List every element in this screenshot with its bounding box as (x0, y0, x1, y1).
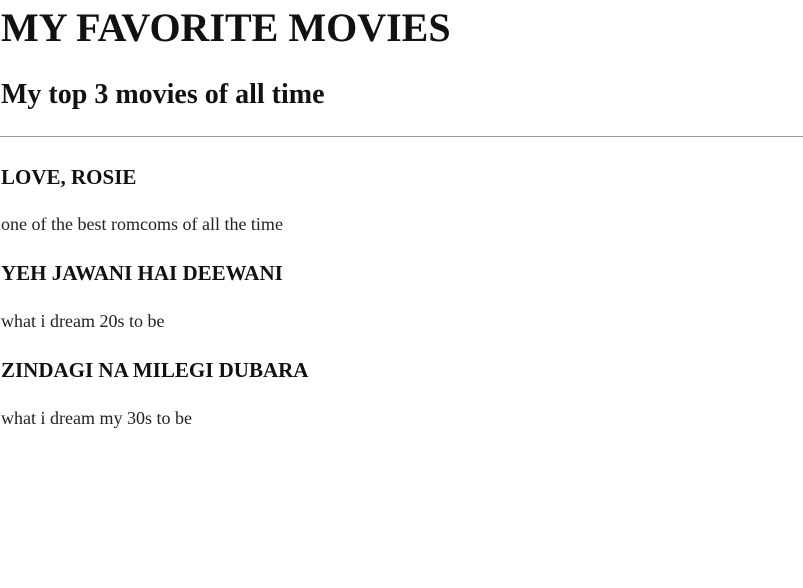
movie-description-2: what i dream 20s to be (1, 311, 165, 331)
movie-title-3: ZINDAGI NA MILEGI DUBARA (1, 358, 309, 382)
movie-description-1: one of the best romcoms of all the time (1, 214, 283, 234)
movie-description-3: what i dream my 30s to be (1, 408, 192, 428)
page-title: MY FAVORITE MOVIES (1, 5, 451, 50)
divider (0, 136, 803, 137)
page: MY FAVORITE MOVIES My top 3 movies of al… (0, 0, 803, 588)
movie-title-2: YEH JAWANI HAI DEEWANI (1, 261, 283, 285)
movie-title-1: LOVE, ROSIE (1, 165, 137, 189)
page-subtitle: My top 3 movies of all time (1, 79, 325, 110)
